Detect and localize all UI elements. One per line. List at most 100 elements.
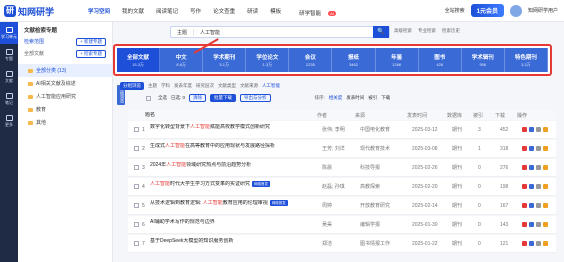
row-author[interactable]: 王芳; 刘洋 (322, 145, 360, 152)
row-checkbox[interactable] (134, 146, 139, 151)
star-icon[interactable] (536, 165, 541, 170)
db-tab[interactable]: 学术期刊 5.1万 (203, 48, 247, 72)
row-title[interactable]: 人工智能时代大学生学习方式变革的实证研究 网络首发 (150, 180, 322, 193)
read-icon[interactable] (529, 222, 534, 227)
row-source[interactable]: 科技导报 (360, 164, 412, 171)
tree-item[interactable]: 其他 (18, 116, 112, 129)
expert-search-link[interactable]: 专业检索 (418, 28, 436, 34)
nav-item[interactable]: 学习空间 (82, 5, 116, 21)
header-date[interactable]: 发表时间 (407, 112, 447, 119)
sort-option[interactable]: 相关度 (329, 95, 343, 101)
read-icon[interactable] (529, 165, 534, 170)
row-author[interactable]: 吴昊 (322, 221, 360, 228)
user-name[interactable]: 知网研学用户 (528, 7, 558, 14)
tree-item[interactable]: AI相关文献及综述 (18, 77, 112, 90)
download-icon[interactable] (522, 241, 527, 246)
cite-icon[interactable] (543, 127, 548, 132)
row-source[interactable]: 编辑学报 (360, 221, 412, 228)
sidebar-item-notes[interactable]: 笔记 (0, 88, 18, 110)
db-tab[interactable]: 会议 2235 (289, 48, 333, 72)
table-row[interactable]: 5 从技术逻辑到教育逻辑: 人工智能教育应用的伦理审视 网络首发 周婷 开放教育研究 20… (128, 197, 556, 215)
nav-item[interactable]: 我的文献 (116, 5, 150, 21)
row-author[interactable]: 陈晨 (322, 164, 360, 171)
search-history-link[interactable]: 检索历史 (442, 28, 460, 34)
star-icon[interactable] (536, 127, 541, 132)
group-option[interactable]: 学科 (161, 83, 170, 89)
tree-item[interactable]: 教育 (18, 103, 112, 116)
row-title[interactable]: AI辅助学术写作的规范与边界 (150, 219, 322, 231)
table-row[interactable]: 4 人工智能时代大学生学习方式变革的实证研究 网络首发 赵磊; 孙琪 高教探索 2025-… (128, 178, 556, 196)
row-source[interactable]: 图书情报工作 (360, 240, 412, 247)
group-option[interactable]: 文献来源 (240, 83, 258, 89)
row-checkbox[interactable] (134, 241, 139, 246)
clear-button[interactable]: 清除 (189, 94, 207, 102)
table-row[interactable]: 1 数字化转型背景下人工智能赋能高校教学模式创新研究 张伟; 李明 中国电化教育 202… (128, 121, 556, 139)
star-icon[interactable] (536, 184, 541, 189)
table-row[interactable]: 2 生成式人工智能在高等教育中的应用现状与发展路径探析 王芳; 刘洋 现代教育技术 20… (128, 140, 556, 158)
row-author[interactable]: 周婷 (322, 202, 360, 209)
nav-item[interactable]: 写作 (184, 5, 207, 21)
group-option[interactable]: 研究层次 (196, 83, 214, 89)
header-cited[interactable]: 被引 (473, 112, 495, 119)
row-checkbox[interactable] (134, 165, 139, 170)
sidebar-item-docs[interactable]: 文献 (0, 66, 18, 88)
advanced-search-link[interactable]: 高级检索 (394, 28, 412, 34)
table-row[interactable]: 7 基于DeepSeek大模型的知识服务创新 郑洁 图书情报工作 2025-01-22 期… (128, 235, 556, 253)
row-source[interactable]: 现代教育技术 (360, 145, 412, 152)
header-author[interactable]: 作者 (317, 112, 355, 119)
row-author[interactable]: 郑洁 (322, 240, 360, 247)
download-icon[interactable] (522, 222, 527, 227)
row-title[interactable]: 生成式人工智能在高等教育中的应用现状与发展路径探析 (150, 143, 322, 155)
search-topic-button[interactable]: + 检索专题 (76, 50, 106, 58)
cite-icon[interactable] (543, 241, 548, 246)
cite-icon[interactable] (543, 184, 548, 189)
select-all-checkbox[interactable] (146, 95, 151, 101)
table-row[interactable]: 6 AI辅助学术写作的规范与边界 吴昊 编辑学报 2025-01-30 期刊 0 143 (128, 216, 556, 234)
search-button[interactable]: 🔍 (373, 26, 389, 38)
group-browse-button[interactable]: 分组浏览 (120, 82, 144, 90)
download-icon[interactable] (522, 165, 527, 170)
db-tab[interactable]: 学术辑刊 956 (462, 48, 505, 72)
sidebar-item-study-unit[interactable]: 学习单元 (0, 22, 18, 44)
db-tab[interactable]: 特色期刊 3.2万 (505, 48, 548, 72)
row-checkbox[interactable] (134, 222, 139, 227)
db-tab[interactable]: 学位论文 1.3万 (246, 48, 290, 72)
download-icon[interactable] (522, 146, 527, 151)
avatar[interactable] (509, 4, 522, 17)
select-all-label[interactable]: 全选 (158, 95, 167, 101)
header-title[interactable]: 题名 (145, 112, 317, 118)
tree-item[interactable]: 全部分类 (13) (18, 64, 112, 77)
read-icon[interactable] (529, 203, 534, 208)
row-title[interactable]: 基于DeepSeek大模型的知识服务创新 (150, 238, 322, 250)
table-row[interactable]: 3 2024年人工智能领域研究热点与前沿趋势分析 陈晨 科技导报 2025-02-26 期… (128, 159, 556, 177)
star-icon[interactable] (536, 146, 541, 151)
sort-option[interactable]: 发表时间 (346, 95, 364, 101)
cite-icon[interactable] (543, 146, 548, 151)
group-option[interactable]: 文献类型 (218, 83, 236, 89)
row-checkbox[interactable] (134, 203, 139, 208)
row-source[interactable]: 中国电化教育 (360, 126, 412, 133)
all-docs-label[interactable]: 全部文献 (24, 50, 44, 58)
nav-item[interactable]: 阅读笔记 (150, 5, 184, 21)
header-source[interactable]: 来源 (355, 112, 407, 119)
db-tab[interactable]: 图书 428 (419, 48, 462, 72)
group-option[interactable]: 主题 (148, 83, 157, 89)
download-icon[interactable] (522, 184, 527, 189)
db-tab[interactable]: 报纸 3462 (332, 48, 376, 72)
cite-icon[interactable] (543, 203, 548, 208)
search-scope-select[interactable]: 主题 (171, 28, 195, 36)
row-author[interactable]: 张伟; 李明 (322, 126, 360, 133)
row-author[interactable]: 赵磊; 孙琪 (322, 183, 360, 190)
tree-item[interactable]: 人工智能应用研究 (18, 90, 112, 103)
cite-icon[interactable] (543, 165, 548, 170)
cite-icon[interactable] (543, 222, 548, 227)
row-source[interactable]: 高教探索 (360, 183, 412, 190)
row-title[interactable]: 数字化转型背景下人工智能赋能高校教学模式创新研究 (150, 124, 322, 136)
star-icon[interactable] (536, 203, 541, 208)
group-option[interactable]: 发表年度 (174, 83, 192, 89)
star-icon[interactable] (536, 241, 541, 246)
row-checkbox[interactable] (134, 127, 139, 132)
db-tab[interactable]: 年鉴 1286 (376, 48, 419, 72)
row-checkbox[interactable] (134, 184, 139, 189)
search-input[interactable]: 人工智能 (194, 29, 373, 36)
